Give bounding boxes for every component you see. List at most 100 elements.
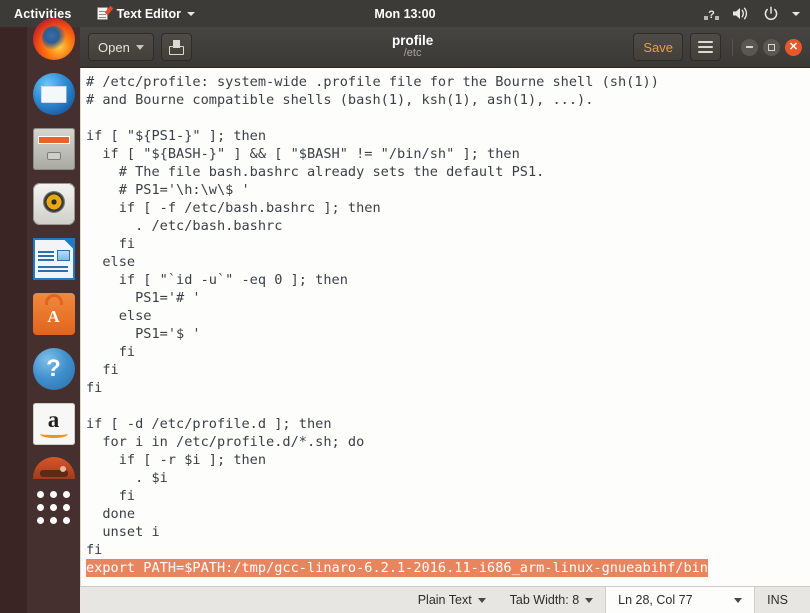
code-line: fi — [86, 380, 103, 397]
open-button[interactable]: Open — [88, 33, 154, 61]
language-selector[interactable]: Plain Text — [406, 587, 498, 613]
clock[interactable]: Mon 13:00 — [374, 7, 435, 21]
grid-dot-icon — [50, 517, 57, 524]
code-line: if [ -d /etc/profile.d ]; then — [86, 416, 332, 433]
unity-launcher-dock: A ? a — [27, 18, 80, 613]
code-line: fi — [86, 236, 136, 253]
code-line: # The file bash.bashrc already sets the … — [86, 164, 545, 181]
window-controls: ✕ — [732, 38, 802, 56]
chevron-down-icon — [186, 11, 195, 16]
ubuntu-software-icon: A — [32, 293, 75, 335]
tab-width-label: Tab Width: 8 — [509, 593, 580, 607]
editor-area[interactable]: # /etc/profile: system-wide .profile fil… — [80, 68, 810, 586]
chevron-down-icon — [477, 597, 486, 603]
ubuntu-desktop: Activities Text Editor Mon 13:00 ? A ? a… — [0, 0, 810, 613]
new-document-button[interactable] — [160, 33, 192, 61]
insert-mode-indicator[interactable]: INS — [755, 587, 800, 613]
partial-app-icon — [32, 457, 75, 479]
save-button-label: Save — [643, 39, 673, 55]
code-line: PS1='$ ' — [86, 326, 201, 343]
code-line: fi — [86, 344, 136, 361]
app-menu-label: Text Editor — [116, 6, 181, 21]
volume-icon[interactable] — [732, 6, 750, 21]
grid-dot-icon — [63, 517, 70, 524]
cursor-position-label: Ln 28, Col 77 — [618, 593, 693, 607]
power-icon[interactable] — [763, 5, 779, 22]
thunderbird-icon — [32, 73, 75, 115]
code-line: unset i — [86, 524, 160, 541]
insert-mode-label: INS — [767, 593, 788, 607]
code-line-highlighted: export PATH=$PATH:/tmp/gcc-linaro-6.2.1-… — [86, 559, 810, 578]
grid-dot-icon — [63, 504, 70, 511]
language-label: Plain Text — [417, 593, 472, 607]
code-line: if [ "${BASH-}" ] && [ "$BASH" != "/bin/… — [86, 146, 520, 163]
code-line: if [ -r $i ]; then — [86, 452, 267, 469]
chevron-down-icon — [734, 597, 743, 603]
close-button[interactable]: ✕ — [785, 38, 802, 56]
grid-dot-icon — [37, 491, 44, 498]
grid-dot-icon — [37, 504, 44, 511]
files-icon — [32, 128, 75, 170]
maximize-button[interactable] — [763, 38, 780, 56]
save-button[interactable]: Save — [633, 33, 683, 61]
launcher-item-rhythmbox[interactable] — [32, 182, 76, 226]
code-line: for i in /etc/profile.d/*.sh; do — [86, 434, 365, 451]
code-line: # and Bourne compatible shells (bash(1),… — [86, 92, 594, 109]
page-title: profile — [391, 33, 434, 49]
window-title-block: profile /etc — [199, 33, 627, 60]
svg-text:?: ? — [708, 9, 715, 21]
code-line: # /etc/profile: system-wide .profile fil… — [86, 74, 659, 90]
code-line: if [ "`id -u`" -eq 0 ]; then — [86, 272, 348, 289]
highlighted-path-text: export PATH=$PATH:/tmp/gcc-linaro-6.2.1-… — [86, 559, 708, 578]
app-menu-text-editor[interactable]: Text Editor — [96, 5, 195, 21]
system-menu-caret-icon[interactable] — [792, 11, 800, 16]
open-button-label: Open — [98, 39, 130, 55]
launcher-item-files[interactable] — [32, 127, 76, 171]
chevron-down-icon — [135, 44, 144, 50]
code-line: . /etc/bash.bashrc — [86, 218, 283, 235]
firefox-icon — [32, 18, 75, 60]
new-document-icon — [168, 39, 184, 55]
rhythmbox-icon — [32, 183, 75, 225]
help-icon: ? — [32, 348, 75, 390]
launcher-edge — [0, 27, 27, 613]
amazon-icon: a — [32, 403, 75, 445]
launcher-item-thunderbird[interactable] — [32, 72, 76, 116]
grid-dot-icon — [63, 491, 70, 498]
launcher-item-help[interactable]: ? — [32, 347, 76, 391]
top-panel: Activities Text Editor Mon 13:00 ? — [0, 0, 810, 27]
code-line: else — [86, 308, 152, 325]
window-titlebar: Open profile /etc Save ✕ — [80, 27, 810, 68]
cursor-position-selector[interactable]: Ln 28, Col 77 — [605, 586, 756, 613]
libreoffice-writer-icon — [32, 238, 75, 280]
code-line: fi — [86, 542, 103, 559]
grid-dot-icon — [50, 504, 57, 511]
launcher-item-partial[interactable] — [32, 457, 76, 479]
launcher-item-ubuntu-software[interactable]: A — [32, 292, 76, 336]
code-line: else — [86, 254, 136, 271]
code-line: if [ -f /etc/bash.bashrc ]; then — [86, 200, 381, 217]
document-path: /etc — [403, 47, 422, 60]
code-line: . $i — [86, 470, 168, 487]
chevron-down-icon — [585, 597, 594, 603]
status-bar: Plain Text Tab Width: 8 Ln 28, Col 77 IN… — [80, 586, 810, 613]
ubuntu-software-letter: A — [47, 307, 60, 326]
grid-dot-icon — [37, 517, 44, 524]
help-letter: ? — [46, 355, 61, 382]
launcher-item-amazon[interactable]: a — [32, 402, 76, 446]
minimize-button[interactable] — [741, 38, 758, 56]
code-line: # PS1='\h:\w\$ ' — [86, 182, 250, 199]
tab-width-selector[interactable]: Tab Width: 8 — [498, 587, 605, 613]
network-unknown-icon[interactable]: ? — [704, 7, 719, 21]
document-text[interactable]: # /etc/profile: system-wide .profile fil… — [81, 68, 810, 578]
launcher-item-firefox[interactable] — [32, 17, 76, 61]
main-menu-button[interactable] — [690, 33, 721, 61]
launcher-item-libreoffice-writer[interactable] — [32, 237, 76, 281]
code-line: done — [86, 506, 136, 523]
text-editor-window: Open profile /etc Save ✕ # /etc/profile:… — [80, 27, 810, 613]
show-applications-button[interactable] — [37, 491, 71, 524]
system-tray: ? — [704, 5, 800, 22]
notepad-icon — [96, 5, 113, 21]
